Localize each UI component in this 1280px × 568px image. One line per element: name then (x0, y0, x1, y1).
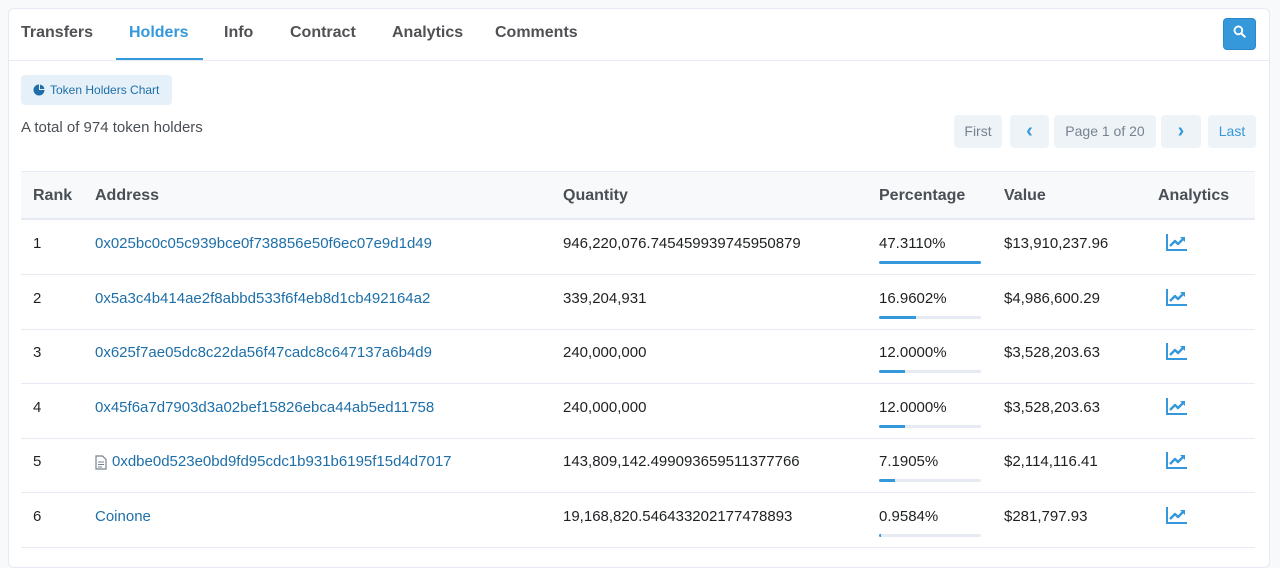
tab-transfers[interactable]: Transfers (21, 9, 93, 61)
holders-card: Transfers Holders Info Contract Analytic… (8, 8, 1270, 568)
table-row: 3 0x625f7ae05dc8c22da56f47cadc8c647137a6b… (21, 329, 1255, 385)
address-cell: Coinone (95, 493, 151, 541)
contract-file-icon (95, 455, 107, 470)
col-percentage: Percentage (879, 187, 966, 204)
tab-holders[interactable]: Holders (129, 9, 189, 61)
value-cell: $281,797.93 (1004, 508, 1088, 525)
address-cell: 0x5a3c4b414ae2f8abbd533f6f4eb8d1cb492164… (95, 275, 430, 323)
value-cell: $2,114,116.41 (1004, 453, 1098, 471)
value-cell: $4,986,600.29 (1004, 289, 1100, 307)
rank-cell: 2 (33, 289, 42, 307)
percentage-bar-fill (879, 261, 981, 264)
rank-cell: 5 (33, 453, 42, 471)
tab-info[interactable]: Info (224, 9, 253, 61)
address-link[interactable]: Coinone (95, 493, 151, 541)
holders-total-text: A total of 974 token holders (21, 119, 203, 136)
table-header: Rank Address Quantity Percentage Value A… (21, 171, 1255, 220)
percentage-bar (879, 534, 981, 537)
rank-cell: 4 (33, 398, 42, 416)
percentage-bar-fill (879, 315, 916, 319)
rank-cell: 3 (33, 344, 42, 362)
tab-comments[interactable]: Comments (495, 9, 578, 61)
first-page-button[interactable]: First (954, 115, 1002, 148)
address-link[interactable]: 0xdbe0d523e0bd9fd95cdc1b931b6195f15d4d70… (112, 438, 452, 486)
address-cell: 0x025bc0c05c939bce0f738856e50f6ec07e9d1d… (95, 220, 432, 268)
analytics-chart-icon[interactable] (1166, 288, 1188, 311)
pie-chart-icon (33, 84, 45, 96)
rank-cell: 6 (33, 508, 42, 525)
table-row: 4 0x45f6a7d7903d3a02bef15826ebca44ab5ed11… (21, 384, 1255, 439)
value-cell: $3,528,203.63 (1004, 344, 1100, 362)
page-indicator: Page 1 of 20 (1054, 115, 1156, 148)
percentage-bar (879, 479, 981, 483)
quantity-cell: 19,168,820.546433202177478893 (563, 508, 793, 525)
address-cell: 0x625f7ae05dc8c22da56f47cadc8c647137a6b4… (95, 329, 432, 377)
quantity-cell: 339,204,931 (563, 289, 647, 307)
analytics-chart-icon[interactable] (1166, 397, 1188, 420)
table-row: 5 0xdbe0d523e0bd9fd95cdc1b931b6195f15d4d7… (21, 438, 1255, 494)
address-cell: 0x45f6a7d7903d3a02bef15826ebca44ab5ed117… (95, 384, 434, 432)
quantity-cell: 240,000,000 (563, 398, 647, 416)
address-link[interactable]: 0x625f7ae05dc8c22da56f47cadc8c647137a6b4… (95, 329, 432, 377)
table-row: 6 Coinone 19,168,820.546433202177478893 0.9… (21, 493, 1255, 548)
percentage-bar-fill (879, 370, 905, 374)
address-link[interactable]: 0x5a3c4b414ae2f8abbd533f6f4eb8d1cb492164… (95, 275, 430, 323)
analytics-chart-icon[interactable] (1166, 506, 1188, 529)
address-cell: 0xdbe0d523e0bd9fd95cdc1b931b6195f15d4d70… (95, 438, 452, 486)
address-link[interactable]: 0x025bc0c05c939bce0f738856e50f6ec07e9d1d… (95, 220, 432, 268)
col-rank: Rank (33, 187, 73, 204)
table-row: 1 0x025bc0c05c939bce0f738856e50f6ec07e9d1… (21, 220, 1255, 275)
search-icon (1233, 25, 1246, 43)
percentage-bar-fill (879, 424, 905, 428)
last-page-button[interactable]: Last (1208, 115, 1256, 148)
percentage-bar-fill (879, 534, 882, 537)
tab-analytics[interactable]: Analytics (392, 9, 463, 61)
value-cell: $13,910,237.96 (1004, 235, 1109, 252)
col-quantity: Quantity (563, 187, 628, 204)
quantity-cell: 143,809,142.499093659511377766 (563, 453, 800, 471)
analytics-chart-icon[interactable] (1166, 342, 1188, 365)
percentage-bar (879, 315, 981, 319)
value-cell: $3,528,203.63 (1004, 398, 1100, 416)
prev-page-button[interactable]: ‹ (1010, 115, 1049, 148)
tab-contract[interactable]: Contract (290, 9, 356, 61)
rank-cell: 1 (33, 235, 42, 252)
percentage-bar-fill (879, 479, 895, 483)
active-tab-indicator (116, 58, 203, 60)
col-value: Value (1004, 187, 1046, 204)
col-address: Address (95, 187, 160, 204)
quantity-cell: 240,000,000 (563, 344, 647, 362)
table-row: 2 0x5a3c4b414ae2f8abbd533f6f4eb8d1cb49216… (21, 275, 1255, 330)
col-analytics: Analytics (1158, 187, 1230, 204)
search-button[interactable] (1223, 18, 1256, 50)
percentage-bar (879, 261, 981, 264)
quantity-cell: 946,220,076.745459939745950879 (563, 235, 801, 252)
token-holders-chart-label: Token Holders Chart (50, 83, 160, 97)
address-link[interactable]: 0x45f6a7d7903d3a02bef15826ebca44ab5ed117… (95, 384, 434, 432)
percentage-bar (879, 370, 981, 374)
analytics-chart-icon[interactable] (1166, 451, 1188, 474)
next-page-button[interactable]: › (1161, 115, 1201, 148)
tab-bar: Transfers Holders Info Contract Analytic… (9, 9, 1269, 61)
token-holders-chart-button[interactable]: Token Holders Chart (21, 75, 172, 105)
percentage-bar (879, 424, 981, 428)
analytics-chart-icon[interactable] (1166, 233, 1188, 256)
